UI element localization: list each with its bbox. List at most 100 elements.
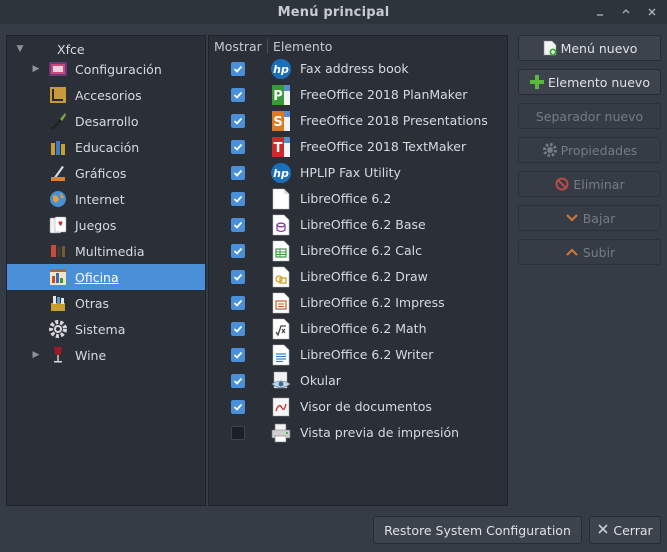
list-item[interactable]: P FreeOffice 2018 PlanMaker — [209, 82, 507, 108]
wine-glass-icon — [47, 344, 69, 366]
new-menu-button[interactable]: Menú nuevo — [518, 35, 661, 61]
move-up-button[interactable]: Subir — [518, 239, 661, 265]
list-item-label: Okular — [300, 373, 341, 388]
tree-item-oficina[interactable]: Oficina — [7, 264, 205, 290]
title-bar: Menú principal — [0, 0, 667, 24]
list-item-label: LibreOffice 6.2 Impress — [300, 295, 445, 310]
print-preview-icon — [269, 422, 293, 444]
tree-root-label: Xfce — [57, 41, 85, 57]
show-checkbox[interactable] — [231, 88, 245, 102]
show-checkbox[interactable] — [231, 426, 245, 440]
tree-item-juegos[interactable]: Juegos — [7, 212, 205, 238]
show-checkbox[interactable] — [231, 218, 245, 232]
okular-icon — [269, 370, 293, 392]
multimedia-icon — [47, 240, 69, 262]
hp-icon: hp — [269, 162, 293, 184]
office-icon — [47, 266, 69, 288]
new-item-button[interactable]: Elemento nuevo — [518, 69, 661, 95]
expand-arrow-icon[interactable]: ▶ — [31, 350, 41, 360]
expand-arrow-icon[interactable]: ▼ — [15, 44, 25, 54]
list-item[interactable]: LibreOffice 6.2 Calc — [209, 238, 507, 264]
show-checkbox[interactable] — [231, 192, 245, 206]
show-checkbox[interactable] — [231, 62, 245, 76]
list-item[interactable]: LibreOffice 6.2 Writer — [209, 342, 507, 368]
games-cards-icon — [47, 214, 69, 236]
close-icon — [597, 523, 609, 538]
list-item[interactable]: hp HPLIP Fax Utility — [209, 160, 507, 186]
show-checkbox[interactable] — [231, 166, 245, 180]
list-item[interactable]: S FreeOffice 2018 Presentations — [209, 108, 507, 134]
list-item-label: LibreOffice 6.2 — [300, 191, 392, 206]
chevron-up-icon — [564, 244, 580, 260]
graphics-icon — [47, 162, 69, 184]
category-tree[interactable]: ▼ Xfce ▶ Configuración Accesorios Desarr… — [6, 35, 206, 506]
list-item-label: LibreOffice 6.2 Calc — [300, 243, 422, 258]
maximize-icon[interactable] — [617, 3, 635, 21]
list-item-label: LibreOffice 6.2 Draw — [300, 269, 428, 284]
configuration-icon — [47, 58, 69, 80]
show-checkbox[interactable] — [231, 296, 245, 310]
svg-text:T: T — [274, 141, 283, 156]
development-icon — [47, 110, 69, 132]
list-item[interactable]: Vista previa de impresión — [209, 420, 507, 446]
libreoffice-base-icon — [269, 214, 293, 236]
item-list[interactable]: Mostrar Elemento hp Fax address book P Free… — [208, 35, 508, 506]
list-item[interactable]: LibreOffice 6.2 Impress — [209, 290, 507, 316]
textmaker-icon: T — [269, 136, 293, 158]
list-item-label: FreeOffice 2018 Presentations — [300, 113, 488, 128]
tree-item-multimedia[interactable]: Multimedia — [7, 238, 205, 264]
other-icon — [47, 292, 69, 314]
libreoffice-writer-icon — [269, 344, 293, 366]
column-header-item[interactable]: Elemento — [273, 39, 332, 54]
new-separator-button[interactable]: Separador nuevo — [518, 103, 661, 129]
show-checkbox[interactable] — [231, 270, 245, 284]
tree-item-configuracion[interactable]: ▶ Configuración — [7, 56, 205, 82]
show-checkbox[interactable] — [231, 244, 245, 258]
list-item[interactable]: T FreeOffice 2018 TextMaker — [209, 134, 507, 160]
list-item[interactable]: Visor de documentos — [209, 394, 507, 420]
planmaker-icon: P — [269, 84, 293, 106]
tree-item-desarrollo[interactable]: Desarrollo — [7, 108, 205, 134]
list-item-label: Fax address book — [300, 61, 409, 76]
libreoffice-icon — [269, 188, 293, 210]
tree-item-otras[interactable]: Otras — [7, 290, 205, 316]
close-window-icon[interactable] — [643, 3, 661, 21]
tree-item-accesorios[interactable]: Accesorios — [7, 82, 205, 108]
show-checkbox[interactable] — [231, 322, 245, 336]
list-item[interactable]: LibreOffice 6.2 — [209, 186, 507, 212]
libreoffice-math-icon — [269, 318, 293, 340]
list-item-label: HPLIP Fax Utility — [300, 165, 401, 180]
tree-item-educacion[interactable]: Educación — [7, 134, 205, 160]
restore-system-configuration-button[interactable]: Restore System Configuration — [373, 516, 582, 544]
move-down-button[interactable]: Bajar — [518, 205, 661, 231]
list-item[interactable]: Okular — [209, 368, 507, 394]
properties-button[interactable]: Propiedades — [518, 137, 661, 163]
expand-arrow-icon[interactable]: ▶ — [31, 64, 41, 74]
show-checkbox[interactable] — [231, 114, 245, 128]
list-item-label: FreeOffice 2018 TextMaker — [300, 139, 467, 154]
show-checkbox[interactable] — [231, 348, 245, 362]
list-item[interactable]: LibreOffice 6.2 Math — [209, 316, 507, 342]
list-item-label: Visor de documentos — [300, 399, 432, 414]
show-checkbox[interactable] — [231, 140, 245, 154]
show-checkbox[interactable] — [231, 374, 245, 388]
internet-globe-icon — [47, 188, 69, 210]
tree-item-internet[interactable]: Internet — [7, 186, 205, 212]
list-item-label: LibreOffice 6.2 Writer — [300, 347, 434, 362]
list-item[interactable]: hp Fax address book — [209, 56, 507, 82]
tree-item-wine[interactable]: ▶ Wine — [7, 342, 205, 368]
libreoffice-draw-icon — [269, 266, 293, 288]
close-button[interactable]: Cerrar — [589, 516, 661, 544]
window-title: Menú principal — [277, 4, 390, 20]
list-item-label: Vista previa de impresión — [300, 425, 460, 440]
tree-item-sistema[interactable]: Sistema — [7, 316, 205, 342]
tree-item-graficos[interactable]: Gráficos — [7, 160, 205, 186]
column-header-show[interactable]: Mostrar — [214, 39, 262, 54]
gear-icon — [542, 142, 558, 158]
list-item[interactable]: LibreOffice 6.2 Base — [209, 212, 507, 238]
delete-button[interactable]: Eliminar — [518, 171, 661, 197]
svg-text:hp: hp — [273, 167, 289, 180]
minimize-icon[interactable] — [591, 3, 609, 21]
list-item[interactable]: LibreOffice 6.2 Draw — [209, 264, 507, 290]
show-checkbox[interactable] — [231, 400, 245, 414]
